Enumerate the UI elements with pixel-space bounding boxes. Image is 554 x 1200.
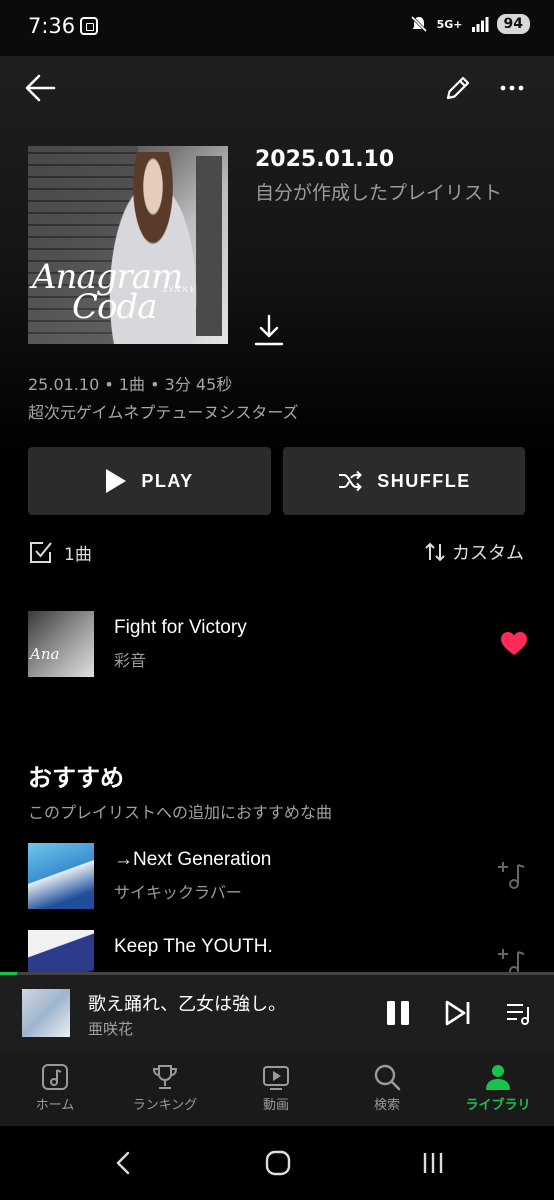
track-artwork [28, 843, 94, 909]
now-playing-artist: 亜咲花 [88, 1020, 134, 1038]
playback-progress [0, 972, 554, 975]
mute-icon [410, 15, 427, 33]
track-row[interactable]: Fight for Victory 彩音 [28, 611, 528, 677]
play-label: PLAY [141, 470, 194, 491]
shuffle-icon [339, 470, 363, 492]
recommend-subheading: このプレイリストへの追加におすすめな曲 [28, 803, 333, 822]
system-home-icon[interactable] [265, 1150, 291, 1176]
queue-list-icon[interactable] [504, 998, 534, 1028]
download-icon[interactable] [252, 312, 286, 348]
person-icon [486, 1065, 510, 1090]
cover-art-title: Anagram Coda [32, 257, 183, 327]
trophy-icon [152, 1065, 178, 1089]
status-time: 7:36 [28, 14, 76, 38]
now-playing-title: 歌え踊れ、乙女は強し。 [88, 994, 287, 1015]
track-artist: サイキックラバー [114, 883, 242, 902]
recommend-item[interactable]: →Next Generation サイキックラバー [28, 843, 528, 909]
add-to-playlist-icon[interactable] [496, 859, 526, 891]
network-label: 5G+ [436, 17, 463, 31]
nav-label: ホーム [35, 1098, 75, 1113]
playback-progress-fill [0, 972, 17, 975]
pencil-icon[interactable] [440, 70, 476, 106]
more-horizontal-icon[interactable] [494, 70, 530, 106]
nav-ranking[interactable]: ランキング [110, 1062, 220, 1113]
play-button[interactable]: PLAY [28, 447, 271, 515]
play-icon [106, 469, 127, 493]
now-playing-artwork [22, 989, 70, 1037]
nav-label: 動画 [262, 1098, 289, 1113]
system-recents-icon[interactable] [420, 1150, 446, 1176]
nav-home[interactable]: ホーム [0, 1062, 110, 1113]
nav-label: ライブラリ [465, 1098, 531, 1113]
playlist-title: 2025.01.10 [255, 147, 395, 172]
sort-arrows-icon [425, 542, 445, 562]
checkbox-icon [30, 542, 52, 563]
mini-player[interactable]: 歌え踊れ、乙女は強し。 亜咲花 [0, 972, 554, 1054]
battery-indicator: 94 [496, 14, 530, 34]
cover-art-subtitle: AYANE [162, 286, 198, 294]
music-note-icon [42, 1064, 68, 1090]
nav-search[interactable]: 検索 [332, 1062, 442, 1113]
shuffle-label: SHUFFLE [377, 470, 471, 491]
nav-label: 検索 [373, 1098, 400, 1113]
nav-library[interactable]: ライブラリ [443, 1062, 553, 1113]
screenshot-icon [80, 17, 98, 35]
track-count: 1曲 [64, 544, 92, 565]
status-bar: 7:36 5G+ 94 [0, 0, 554, 56]
back-arrow-icon[interactable] [22, 70, 60, 106]
sort-button[interactable]: カスタム [424, 539, 524, 565]
signal-icon [471, 17, 489, 32]
bottom-navigation: ホーム ランキング 動画 検索 ライブラリ [0, 1054, 554, 1126]
track-title: Fight for Victory [114, 617, 247, 638]
recommend-heading: おすすめ [28, 764, 124, 792]
track-title: →Next Generation [114, 849, 272, 870]
track-artist: 彩音 [114, 651, 147, 670]
video-play-icon [263, 1066, 289, 1090]
track-artwork [28, 611, 94, 677]
system-back-icon[interactable] [112, 1150, 136, 1176]
playlist-meta: 25.01.10 • 1曲 • 3分 45秒 [28, 375, 233, 394]
nav-label: ランキング [132, 1098, 198, 1113]
skip-next-icon[interactable] [444, 999, 472, 1027]
system-navigation-bar [0, 1126, 554, 1200]
status-icons: 5G+ 94 [409, 14, 530, 34]
pause-icon[interactable] [384, 998, 412, 1028]
nav-video[interactable]: 動画 [221, 1062, 331, 1113]
shuffle-button[interactable]: SHUFFLE [283, 447, 525, 515]
search-icon [374, 1064, 401, 1091]
track-title: Keep The YOUTH. [114, 936, 273, 957]
sort-label: カスタム [452, 543, 524, 564]
heart-icon[interactable] [500, 631, 528, 657]
playlist-cover-art: Anagram Coda AYANE [28, 146, 228, 344]
playlist-artist[interactable]: 超次元ゲイムネプテューヌシスターズ [28, 399, 299, 423]
select-tracks-button[interactable]: 1曲 [28, 539, 92, 565]
playlist-subtitle: 自分が作成したプレイリスト [255, 182, 503, 204]
